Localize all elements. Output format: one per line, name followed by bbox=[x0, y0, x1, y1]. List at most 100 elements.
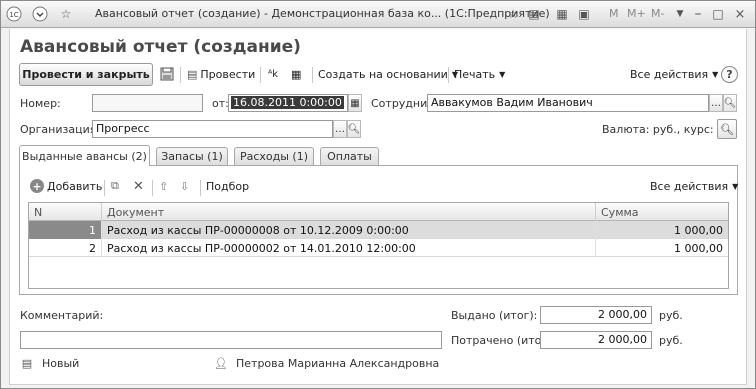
spent-currency: руб. bbox=[659, 334, 683, 347]
number-label: Номер: bbox=[20, 97, 61, 110]
delete-row-icon[interactable]: ✕ bbox=[133, 176, 144, 196]
row-number: 1 bbox=[29, 221, 102, 239]
menu-dropdown-icon[interactable] bbox=[31, 5, 49, 23]
menu-arrow-icon[interactable]: ▼ bbox=[671, 5, 689, 23]
toolbar-separator bbox=[260, 67, 261, 83]
memory-m[interactable]: M bbox=[609, 7, 619, 20]
tab-stocks[interactable]: Запасы (1) bbox=[156, 147, 228, 165]
post-label: Провести bbox=[200, 67, 256, 81]
post-icon: ▤ bbox=[187, 67, 198, 81]
pick-button[interactable]: Подбор bbox=[206, 176, 249, 196]
print-label: Печать bbox=[454, 67, 496, 81]
chevron-down-icon: ▼ bbox=[499, 69, 506, 79]
date-label: от: bbox=[212, 97, 229, 110]
all-actions-label: Все действия bbox=[630, 67, 709, 81]
date-value: 16.08.2011 0:00:00 bbox=[231, 96, 344, 109]
toolbar-separator bbox=[312, 67, 313, 83]
document-author: 👤︎ Петрова Марианна Александровна bbox=[214, 357, 439, 370]
comment-label: Комментарий: bbox=[20, 309, 104, 322]
employee-open-icon[interactable]: 🔍︎ bbox=[723, 94, 737, 112]
column-header-document[interactable]: Документ bbox=[102, 203, 596, 221]
document-status: ▤ Новый bbox=[20, 357, 80, 370]
row-sum: 1 000,00 bbox=[674, 223, 723, 237]
move-down-icon[interactable]: ⇩ bbox=[180, 176, 189, 196]
all-actions-menu[interactable]: Все действия ▼ bbox=[630, 63, 718, 85]
advances-table: N Документ Сумма 1 Расход из кассы ПР-00… bbox=[28, 202, 729, 289]
create-based-on-menu[interactable]: Создать на основании ▼ bbox=[318, 63, 458, 85]
title-bar: 1С ☆ Авансовый отчет (создание) - Демонс… bbox=[1, 1, 755, 28]
document-status-icon: ▤ bbox=[21, 357, 33, 370]
table-all-actions-label: Все действия bbox=[650, 179, 729, 193]
favorite-star-icon-right[interactable]: ☆ bbox=[504, 5, 522, 23]
toolbar-separator bbox=[152, 180, 153, 196]
organization-select-button[interactable]: … bbox=[333, 120, 347, 138]
toolbar-separator bbox=[448, 67, 449, 83]
movement-report-icon[interactable]: ᴬk bbox=[268, 63, 278, 85]
favorite-star-icon[interactable]: ☆ bbox=[57, 5, 75, 23]
organization-open-icon[interactable]: 🔍︎ bbox=[347, 120, 361, 138]
column-header-n[interactable]: N bbox=[29, 203, 102, 221]
spent-total-field: 2 000,00 bbox=[540, 331, 652, 349]
calendar-picker-icon[interactable]: ▦ bbox=[348, 94, 362, 112]
svg-text:1С: 1С bbox=[9, 11, 18, 19]
form-content: Авансовый отчет (создание) Провести и за… bbox=[9, 29, 747, 385]
user-icon: 👤︎ bbox=[214, 357, 228, 370]
create-based-on-label: Создать на основании bbox=[318, 67, 448, 81]
row-number: 2 bbox=[29, 239, 102, 257]
form-title: Авансовый отчет (создание) bbox=[20, 37, 301, 57]
window-title: Авансовый отчет (создание) - Демонстраци… bbox=[95, 7, 550, 20]
post-and-close-button[interactable]: Провести и закрыть bbox=[19, 63, 153, 86]
copy-row-icon[interactable]: ⧉ bbox=[111, 176, 119, 196]
toolbar-separator bbox=[104, 180, 105, 196]
tab-expenses[interactable]: Расходы (1) bbox=[234, 147, 314, 165]
move-up-icon[interactable]: ⇧ bbox=[159, 176, 168, 196]
currency-search-icon[interactable]: 🔍︎ bbox=[717, 119, 737, 139]
toolbar-separator bbox=[180, 67, 181, 83]
employee-field[interactable]: Аввакумов Вадим Иванович bbox=[427, 94, 709, 112]
row-document: Расход из кассы ПР-00000002 от 14.01.201… bbox=[102, 239, 596, 257]
row-sum: 1 000,00 bbox=[674, 241, 723, 255]
table-all-actions-menu[interactable]: Все действия ▼ bbox=[650, 176, 738, 196]
app-window: 1С ☆ Авансовый отчет (создание) - Демонс… bbox=[0, 0, 756, 389]
app-logo-icon[interactable]: 1С bbox=[5, 5, 23, 23]
maximize-icon[interactable]: □ bbox=[709, 5, 727, 23]
issued-currency: руб. bbox=[659, 309, 683, 322]
table-header: N Документ Сумма bbox=[29, 203, 728, 221]
add-icon: + bbox=[30, 179, 44, 193]
comment-field[interactable] bbox=[20, 331, 442, 349]
document-status-text: Новый bbox=[42, 357, 80, 370]
issued-total-label: Выдано (итог): bbox=[451, 309, 538, 322]
post-button[interactable]: ▤ Провести bbox=[187, 63, 255, 85]
document-author-text: Петрова Марианна Александровна bbox=[236, 357, 440, 370]
add-label: Добавить bbox=[47, 179, 103, 193]
toolbar-separator bbox=[200, 180, 201, 196]
tab-payments[interactable]: Оплаты bbox=[320, 147, 379, 165]
table-row[interactable]: 1 Расход из кассы ПР-00000008 от 10.12.2… bbox=[29, 221, 728, 239]
add-row-button[interactable]: + Добавить bbox=[30, 176, 102, 196]
close-icon[interactable]: × bbox=[731, 5, 749, 23]
print-menu[interactable]: Печать ▼ bbox=[454, 63, 505, 85]
organization-field[interactable]: Прогресс bbox=[92, 120, 333, 138]
calendar-icon[interactable]: ▦ bbox=[553, 5, 571, 23]
save-icon[interactable] bbox=[160, 63, 174, 85]
currency-info: Валюта: руб., курс: 1 bbox=[602, 123, 725, 136]
help-button[interactable]: ? bbox=[721, 66, 738, 83]
employee-select-button[interactable]: … bbox=[709, 94, 723, 112]
organization-label: Организация: bbox=[20, 123, 101, 136]
structure-icon[interactable]: ▦ bbox=[291, 63, 301, 85]
document-icon[interactable]: ▤ bbox=[525, 5, 543, 23]
number-field[interactable] bbox=[92, 94, 203, 112]
tab-panel: + Добавить ⧉ ✕ ⇧ ⇩ Подбор Все действия ▼… bbox=[19, 165, 738, 295]
tab-issued-advances[interactable]: Выданные авансы (2) bbox=[19, 145, 150, 166]
date-field[interactable]: 16.08.2011 0:00:00 bbox=[228, 94, 348, 112]
chevron-down-icon: ▼ bbox=[712, 69, 719, 79]
issued-total-field: 2 000,00 bbox=[540, 306, 652, 324]
chevron-down-icon: ▼ bbox=[732, 181, 739, 191]
table-row[interactable]: 2 Расход из кассы ПР-00000002 от 14.01.2… bbox=[29, 239, 728, 257]
minimize-icon[interactable]: – bbox=[689, 5, 707, 23]
calculator-icon[interactable]: ▣ bbox=[575, 5, 593, 23]
memory-m-plus[interactable]: M+ bbox=[627, 7, 646, 20]
row-document: Расход из кассы ПР-00000008 от 10.12.200… bbox=[102, 221, 596, 239]
memory-m-minus[interactable]: M- bbox=[651, 7, 664, 20]
column-header-sum[interactable]: Сумма bbox=[596, 203, 728, 221]
